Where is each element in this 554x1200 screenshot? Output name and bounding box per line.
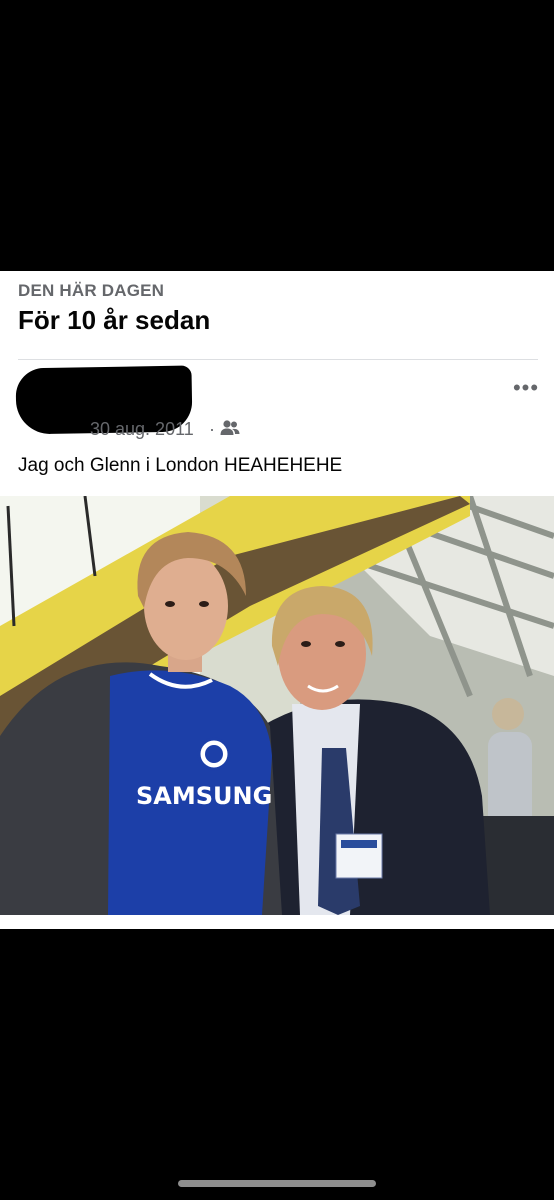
- meta-separator: ·: [209, 419, 215, 439]
- more-options-button[interactable]: •••: [512, 377, 540, 401]
- post-text: Jag och Glenn i London HEAHEHEHE: [18, 455, 343, 476]
- shirt-sponsor-text: SAMSUNG: [136, 782, 272, 810]
- memory-card: DEN HÄR DAGEN För 10 år sedan 30 aug. 20…: [0, 271, 554, 929]
- post-photo[interactable]: SAMSUNG: [0, 496, 554, 915]
- divider: [18, 359, 538, 360]
- photo-illustration: SAMSUNG: [0, 496, 554, 915]
- memory-label: DEN HÄR DAGEN: [18, 281, 165, 300]
- friends-icon: [220, 420, 240, 435]
- home-indicator[interactable]: [178, 1180, 376, 1187]
- post-date[interactable]: 30 aug. 2011: [90, 419, 194, 440]
- memory-title: För 10 år sedan: [18, 305, 211, 335]
